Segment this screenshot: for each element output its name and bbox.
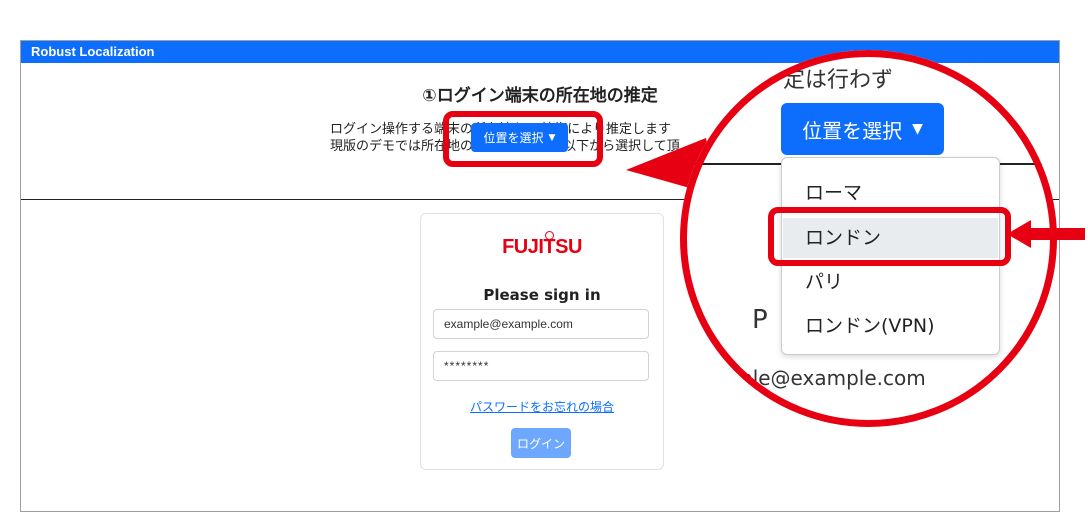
london-item-highlight — [768, 207, 1011, 266]
pointer-arrow-shape — [1007, 220, 1085, 248]
pointer-arrow-icon — [1007, 220, 1085, 248]
